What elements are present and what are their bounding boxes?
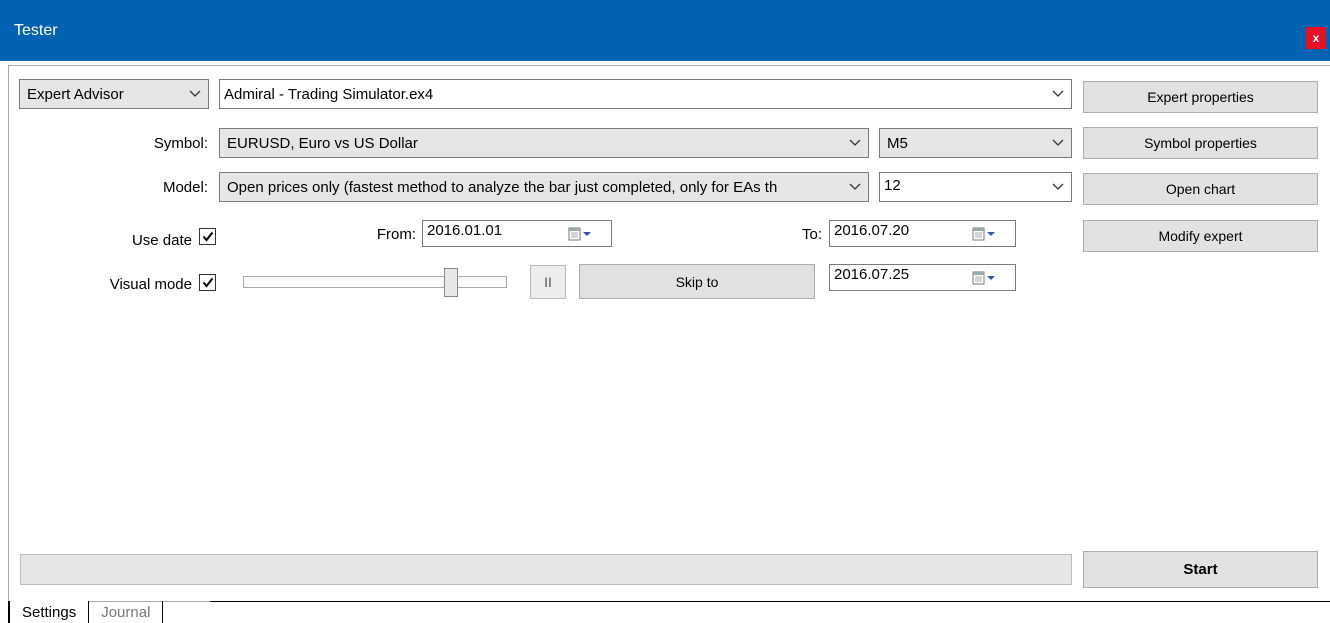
from-date-value: 2016.01.01 (427, 222, 503, 239)
skip-date-value: 2016.07.25 (834, 266, 910, 283)
skip-date-picker[interactable]: 2016.07.25 (829, 264, 1016, 291)
speed-slider-track[interactable] (243, 276, 507, 288)
spread-value: 12 (884, 177, 901, 194)
timeframe-value: M5 (887, 134, 908, 152)
skip-to-button[interactable]: Skip to (579, 264, 815, 299)
visual-mode-label: Visual mode (109, 276, 192, 293)
check-icon (202, 231, 213, 242)
expert-file-value: Admiral - Trading Simulator.ex4 (224, 86, 434, 103)
chevron-down-icon (182, 80, 208, 108)
pause-button[interactable]: II (530, 265, 566, 299)
expert-file-select[interactable]: Admiral - Trading Simulator.ex4 (219, 79, 1072, 109)
chevron-down-icon (842, 173, 868, 201)
use-date-checkbox[interactable] (199, 228, 216, 245)
symbol-label: Symbol: (153, 135, 208, 152)
model-value: Open prices only (fastest method to anal… (227, 178, 778, 196)
chevron-down-icon (1045, 80, 1071, 108)
tab-strip-line (210, 601, 1330, 602)
expert-properties-button[interactable]: Expert properties (1083, 81, 1318, 113)
symbol-value: EURUSD, Euro vs US Dollar (227, 134, 418, 152)
modify-expert-button[interactable]: Modify expert (1083, 220, 1318, 252)
to-date-picker[interactable]: 2016.07.20 (829, 220, 1016, 247)
chevron-down-icon (1045, 173, 1071, 201)
model-label: Model: (162, 179, 208, 196)
expert-type-select[interactable]: Expert Advisor (19, 79, 209, 109)
chevron-down-icon (1045, 129, 1071, 157)
tab-journal[interactable]: Journal (89, 601, 164, 623)
bottom-tabs: Settings Journal (8, 601, 164, 623)
calendar-dropdown-icon[interactable] (971, 268, 1015, 288)
calendar-dropdown-icon[interactable] (971, 224, 1015, 244)
to-label: To: (801, 226, 822, 243)
timeframe-select[interactable]: M5 (879, 128, 1072, 158)
expert-type-value: Expert Advisor (27, 85, 124, 103)
check-icon (202, 277, 213, 288)
from-date-picker[interactable]: 2016.01.01 (422, 220, 612, 247)
symbol-properties-button[interactable]: Symbol properties (1083, 127, 1318, 159)
use-date-label: Use date (131, 232, 192, 249)
model-select[interactable]: Open prices only (fastest method to anal… (219, 172, 869, 202)
calendar-dropdown-icon[interactable] (567, 224, 611, 244)
title-bar: Tester x (0, 0, 1330, 61)
start-button[interactable]: Start (1083, 551, 1318, 588)
window-title: Tester (14, 22, 58, 39)
symbol-select[interactable]: EURUSD, Euro vs US Dollar (219, 128, 869, 158)
tab-settings[interactable]: Settings (8, 601, 90, 623)
spread-select[interactable]: 12 (879, 172, 1072, 202)
speed-slider-thumb[interactable] (444, 268, 458, 297)
progress-bar (20, 554, 1072, 585)
close-button[interactable]: x (1306, 27, 1326, 49)
open-chart-button[interactable]: Open chart (1083, 173, 1318, 205)
to-date-value: 2016.07.20 (834, 222, 910, 239)
chevron-down-icon (842, 129, 868, 157)
visual-mode-checkbox[interactable] (199, 274, 216, 291)
from-label: From: (376, 226, 416, 243)
